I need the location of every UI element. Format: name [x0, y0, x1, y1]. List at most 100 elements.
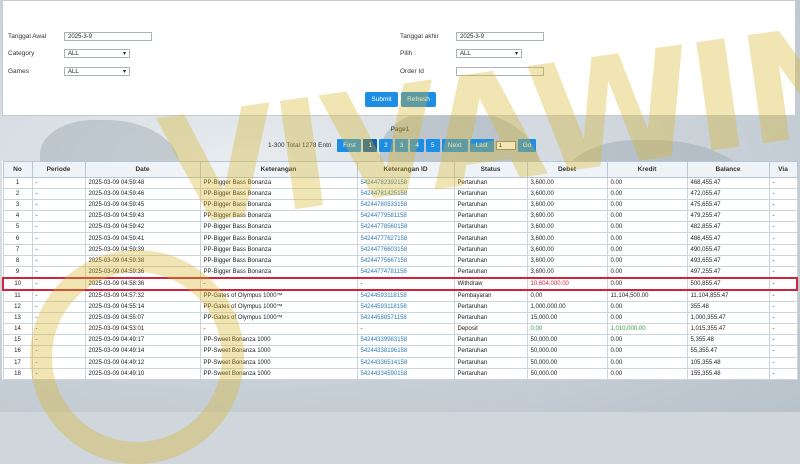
page-button-1[interactable]: 1 [363, 139, 378, 152]
col-header-no[interactable]: No [2, 161, 33, 178]
cell-status: Pertaruhan [453, 356, 528, 369]
cell-keterangan-id[interactable]: 54244339983158 [356, 334, 455, 347]
col-header-via[interactable]: Via [768, 161, 798, 178]
table-row: 6-2025-03-09 04:59:41 PP-Bigger Bass Bona… [2, 232, 798, 245]
page-button-3[interactable]: 3 [394, 139, 409, 152]
cell-debet: 50,000.00 [526, 345, 608, 358]
order-id-input[interactable] [456, 67, 544, 76]
cell-keterangan-id[interactable]: 54244779581158 [356, 210, 455, 223]
cell-balance: 500,855.47 [686, 276, 770, 291]
cell-kredit: 0.00 [606, 367, 688, 380]
cell-keterangan-id[interactable]: 54244593118158 [356, 301, 455, 314]
cell-via: - [768, 334, 798, 347]
cell-debet: 10,604,000.00 [526, 276, 608, 291]
col-header-keterangan[interactable]: Keterangan [199, 161, 358, 178]
chevron-down-icon: ▾ [122, 51, 126, 57]
next-page-button[interactable]: Next [441, 139, 468, 152]
cell-keterangan-id[interactable]: 54244338196158 [356, 345, 455, 358]
cell-debet: 3,600.00 [526, 265, 608, 279]
cell-date: 2025-03-09 04:55:07 [84, 312, 201, 325]
table-header-row: No Periode Date Keterangan Keterangan ID… [2, 161, 798, 178]
cell-keterangan-id[interactable]: 54244782392158 [356, 176, 455, 190]
col-header-status[interactable]: Status [453, 161, 528, 178]
cell-status: Deposit [453, 323, 528, 336]
end-date-row: Tanggal akhir 2025-3-9 [400, 32, 544, 41]
table-row: 9-2025-03-09 04:59:36 PP-Bigger Bass Bona… [2, 265, 798, 279]
table-row: 1-2025-03-09 04:59:48 PP-Bigger Bass Bona… [2, 176, 798, 190]
cell-kredit: 0.00 [606, 265, 688, 279]
cell-via: - [768, 243, 798, 256]
cell-kredit: 0.00 [606, 176, 688, 190]
cell-via: - [768, 323, 798, 336]
table-row: 13-2025-03-09 04:55:07 PP-Gates of Olympu… [2, 312, 798, 325]
cell-keterangan-id[interactable]: 54244336514158 [356, 356, 455, 369]
cell-keterangan: PP-Gates of Olympus 1000™ [199, 301, 358, 314]
cell-keterangan-id[interactable]: 54244593118158 [356, 289, 455, 303]
start-date-row: Tanggal Awal 2025-3-9 [8, 32, 152, 41]
cell-no: 18 [2, 367, 33, 380]
cell-keterangan: PP-Gates of Olympus 1000™ [199, 289, 358, 303]
cell-keterangan-id[interactable]: 54244780533158 [356, 199, 455, 212]
cell-keterangan-id[interactable]: 54244588571158 [356, 312, 455, 325]
cell-periode: - [31, 265, 86, 279]
page-button-2[interactable]: 2 [379, 139, 393, 152]
cell-keterangan: - [199, 276, 358, 291]
col-header-kredit[interactable]: Kredit [606, 161, 688, 178]
cell-balance: 355.48 [686, 301, 770, 314]
cell-debet: 0.00 [526, 323, 608, 336]
pilih-select[interactable]: ALL ▾ [456, 49, 522, 58]
cell-keterangan-id[interactable]: 54244334590158 [356, 367, 455, 380]
table-row: 11-2025-03-09 04:57:32 PP-Gates of Olympu… [2, 289, 798, 303]
cell-keterangan: PP-Sweet Bonanza 1000 [199, 334, 358, 347]
cell-periode: - [31, 276, 86, 291]
col-header-date[interactable]: Date [84, 161, 201, 178]
cell-periode: - [31, 232, 86, 245]
cell-via: - [768, 276, 798, 291]
cell-keterangan-id[interactable]: 54244778560158 [356, 221, 455, 234]
cell-balance: 468,455.47 [686, 176, 770, 190]
cell-keterangan: - [199, 323, 358, 336]
cell-balance: 1,015,355.47 [686, 323, 770, 336]
cell-periode: - [31, 334, 86, 347]
order-id-label: Order Id [400, 68, 424, 75]
cell-date: 2025-03-09 04:49:17 [84, 334, 201, 347]
cell-date: 2025-03-09 04:55:14 [84, 301, 201, 314]
cell-kredit: 0.00 [606, 199, 688, 212]
category-label: Category [8, 50, 35, 57]
games-select[interactable]: ALL ▾ [64, 67, 130, 76]
order-id-row: Order Id [400, 67, 544, 76]
cell-periode: - [31, 243, 86, 256]
cell-no: 1 [2, 176, 33, 190]
last-page-button[interactable]: Last [469, 139, 494, 152]
first-page-button[interactable]: First [337, 139, 362, 152]
cell-debet: 3,600.00 [526, 243, 608, 256]
cell-date: 2025-03-09 04:59:36 [84, 265, 201, 279]
col-header-debet[interactable]: Debet [526, 161, 608, 178]
cell-keterangan-id[interactable]: 54244774781158 [356, 265, 455, 279]
category-row: Category ALL ▾ [8, 49, 130, 58]
category-select[interactable]: ALL ▾ [64, 49, 130, 58]
cell-keterangan-id[interactable]: 54244781425158 [356, 188, 455, 201]
cell-via: - [768, 210, 798, 223]
page-number-input[interactable] [495, 141, 516, 150]
cell-keterangan: PP-Bigger Bass Bonanza [199, 210, 358, 223]
page-button-5[interactable]: 5 [425, 139, 440, 152]
cell-via: - [768, 265, 798, 279]
cell-date: 2025-03-09 04:59:42 [84, 221, 201, 234]
end-date-input[interactable]: 2025-3-9 [456, 32, 544, 41]
cell-keterangan-id[interactable]: 54244776603158 [356, 243, 455, 256]
cell-keterangan-id[interactable]: 54244777627158 [356, 232, 455, 245]
col-header-keterangan-id[interactable]: Keterangan ID [356, 161, 455, 178]
refresh-button[interactable]: Refresh [401, 92, 436, 107]
cell-status: Pertaruhan [453, 188, 528, 201]
cell-keterangan-id[interactable]: 54244775667158 [356, 254, 455, 267]
chevron-down-icon: ▾ [514, 51, 518, 57]
cell-date: 2025-03-09 04:59:45 [84, 199, 201, 212]
submit-button[interactable]: Submit [365, 92, 398, 107]
col-header-periode[interactable]: Periode [31, 161, 86, 178]
cell-keterangan: PP-Bigger Bass Bonanza [199, 243, 358, 256]
col-header-balance[interactable]: Balance [686, 161, 770, 178]
start-date-input[interactable]: 2025-3-9 [64, 32, 152, 41]
page-button-4[interactable]: 4 [410, 139, 424, 152]
go-button[interactable]: Go [517, 139, 537, 152]
